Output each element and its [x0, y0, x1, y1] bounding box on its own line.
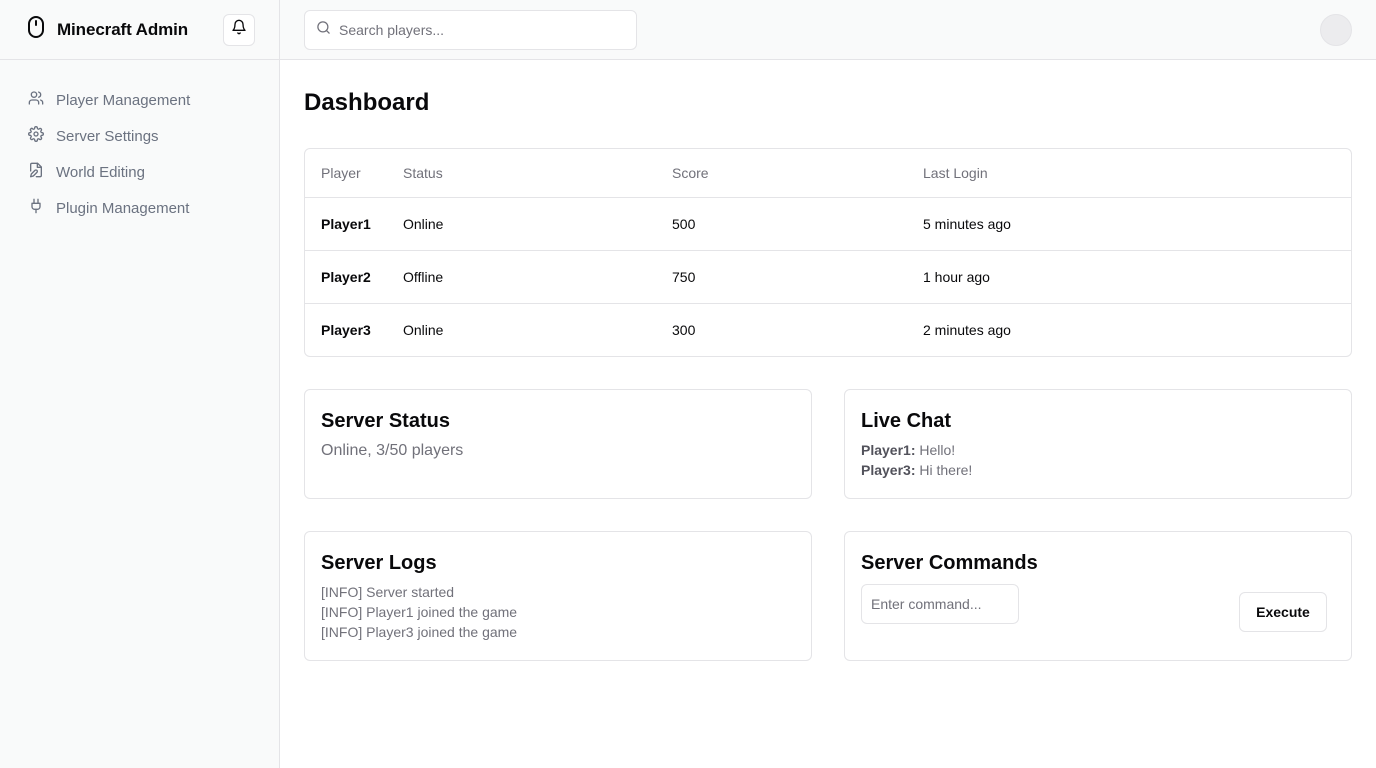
- table-row[interactable]: Player2 Offline 750 1 hour ago: [305, 250, 1351, 304]
- table-row[interactable]: Player1 Online 500 5 minutes ago: [305, 197, 1351, 251]
- last-login-cell: 2 minutes ago: [923, 321, 1011, 338]
- search-icon: [316, 20, 331, 40]
- column-header-last-login: Last Login: [907, 149, 1351, 198]
- server-status-title: Server Status: [321, 410, 450, 432]
- column-header-score: Score: [656, 149, 907, 198]
- live-chat-card: Live Chat Player1: Hello! Player3: Hi th…: [844, 389, 1352, 499]
- users-icon: [28, 90, 44, 110]
- server-commands-card: Server Commands Execute: [844, 531, 1352, 661]
- chat-message: Player3: Hi there!: [861, 460, 1335, 480]
- chat-message: Player1: Hello!: [861, 440, 1335, 460]
- players-table: Player Status Score Last Login Player1 O…: [305, 149, 1351, 356]
- search-input[interactable]: [339, 22, 619, 38]
- player-cell: Player3: [321, 321, 371, 338]
- chat-user: Player1:: [861, 442, 916, 458]
- brand[interactable]: Minecraft Admin: [25, 15, 223, 44]
- main-content: Dashboard Player Status Score Last Login…: [304, 60, 1352, 357]
- chat-text: Hi there!: [915, 462, 973, 478]
- last-login-cell: 5 minutes ago: [907, 197, 1351, 251]
- sidebar-item-player-management[interactable]: Player Management: [0, 82, 279, 118]
- topbar: [280, 0, 1376, 60]
- table-row[interactable]: Player3 Online 300 2 minutes ago: [305, 303, 1351, 356]
- sidebar-header: Minecraft Admin: [0, 0, 279, 60]
- chat-messages: Player1: Hello! Player3: Hi there!: [861, 440, 1335, 480]
- score-cell: 500: [656, 197, 907, 251]
- players-table-card: Player Status Score Last Login Player1 O…: [304, 148, 1352, 357]
- chat-text: Hello!: [915, 442, 956, 458]
- log-lines: [INFO] Server started [INFO] Player1 joi…: [321, 582, 795, 642]
- live-chat-title: Live Chat: [861, 410, 952, 432]
- log-line: [INFO] Server started: [321, 584, 455, 600]
- server-status-card: Server Status Online, 3/50 players: [304, 389, 812, 499]
- sidebar-item-label: World Editing: [56, 163, 145, 181]
- page-title: Dashboard: [304, 89, 430, 116]
- app-title: Minecraft Admin: [57, 19, 189, 39]
- search-box[interactable]: [304, 10, 637, 50]
- plug-icon: [28, 198, 44, 218]
- command-input[interactable]: [861, 584, 1019, 624]
- server-logs-title: Server Logs: [321, 552, 437, 574]
- notifications-button[interactable]: [223, 13, 255, 46]
- status-cell: Online: [387, 197, 656, 251]
- last-login-cell: 1 hour ago: [907, 250, 1351, 304]
- score-cell: 750: [656, 250, 907, 304]
- sidebar: Minecraft Admin Player Management Server…: [0, 0, 280, 768]
- bell-icon: [231, 19, 247, 40]
- sidebar-nav: Player Management Server Settings World …: [0, 60, 279, 226]
- sidebar-item-world-editing[interactable]: World Editing: [0, 154, 279, 190]
- log-line: [INFO] Player1 joined the game: [321, 604, 518, 620]
- table-header-row: Player Status Score Last Login: [305, 149, 1351, 198]
- column-header-player: Player: [305, 149, 387, 198]
- server-logs-card: Server Logs [INFO] Server started [INFO]…: [304, 531, 812, 661]
- server-commands-title: Server Commands: [861, 552, 1038, 574]
- player-cell: Player1: [305, 197, 387, 251]
- score-cell: 300: [672, 321, 696, 338]
- sidebar-item-label: Player Management: [56, 91, 191, 109]
- sidebar-item-label: Plugin Management: [56, 199, 190, 217]
- server-status-text: Online, 3/50 players: [321, 442, 464, 459]
- player-cell: Player2: [305, 250, 387, 304]
- avatar[interactable]: [1320, 14, 1352, 46]
- sidebar-item-server-settings[interactable]: Server Settings: [0, 118, 279, 154]
- gear-icon: [28, 126, 44, 146]
- file-edit-icon: [28, 162, 44, 182]
- status-cell: Online: [403, 321, 444, 338]
- status-cell: Offline: [387, 250, 656, 304]
- log-line: [INFO] Player3 joined the game: [321, 624, 518, 640]
- sidebar-item-plugin-management[interactable]: Plugin Management: [0, 190, 279, 226]
- mouse-icon: [25, 15, 47, 44]
- execute-button[interactable]: Execute: [1239, 592, 1327, 632]
- column-header-status: Status: [387, 149, 656, 198]
- chat-user: Player3:: [861, 462, 916, 478]
- sidebar-item-label: Server Settings: [56, 127, 159, 145]
